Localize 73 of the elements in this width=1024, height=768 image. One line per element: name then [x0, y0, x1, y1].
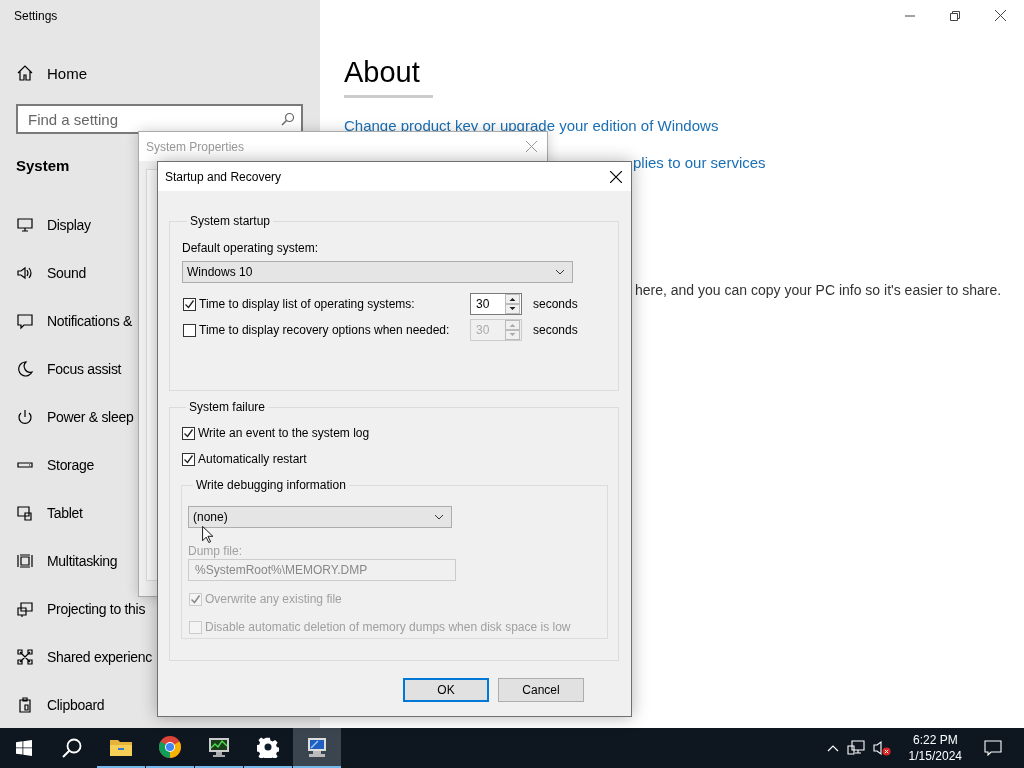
nav-item[interactable]: Clipboard [47, 697, 105, 713]
checkbox-label: Disable automatic deletion of memory dumps when disk space is low [205, 620, 571, 634]
close-icon[interactable] [995, 10, 1006, 21]
chevron-icon [555, 269, 565, 275]
network-icon[interactable] [846, 740, 865, 756]
power-icon [16, 408, 34, 426]
volume-muted-icon[interactable] [872, 740, 891, 756]
dialog-title: System Properties [146, 139, 245, 154]
dialog-title: Startup and Recovery [165, 169, 282, 184]
nav-item[interactable]: Multitasking [47, 553, 118, 569]
multitasking-icon [16, 552, 34, 570]
cancel-button[interactable]: Cancel [498, 678, 584, 702]
section-heading: System [16, 156, 70, 176]
start-icon[interactable] [16, 740, 32, 756]
home-link[interactable]: Home [47, 64, 87, 82]
checkbox[interactable] [182, 452, 195, 466]
checkbox[interactable] [183, 297, 196, 311]
clock-date[interactable]: 1/15/2024 [908, 748, 962, 764]
nav-item[interactable]: Focus assist [47, 361, 122, 377]
clock-time[interactable]: 6:22 PM [912, 732, 958, 748]
browser-icon [157, 735, 182, 759]
nav-item[interactable]: Storage [47, 457, 94, 473]
tablet-icon [16, 504, 34, 522]
group-label: Write debugging information [195, 478, 347, 492]
page-title: About [344, 57, 420, 87]
nav-item[interactable]: Power & sleep [47, 409, 134, 425]
monitor-chart-icon [206, 736, 231, 758]
nav-item[interactable]: Notifications & [47, 313, 132, 329]
nav-item[interactable]: Shared experienc [47, 649, 152, 665]
search-icon[interactable] [62, 738, 82, 758]
group-label: System startup [189, 214, 272, 228]
moon-icon [16, 360, 34, 378]
field-label: Default operating system: [182, 241, 320, 255]
spinner-field[interactable]: 30 [470, 293, 522, 315]
checkbox-label: Overwrite any existing file [205, 592, 342, 606]
link[interactable]: plies to our services [633, 154, 766, 171]
home-icon [16, 64, 34, 82]
mouse-cursor-icon [202, 526, 213, 543]
connected-nodes-icon [16, 648, 34, 666]
nav-item[interactable]: Sound [47, 265, 86, 281]
chevron-up-icon[interactable] [826, 744, 839, 752]
checkbox[interactable] [182, 426, 195, 440]
clipboard-icon [16, 696, 34, 714]
projector-screen-icon [16, 600, 34, 618]
gear-icon [256, 736, 279, 758]
nav-item[interactable]: Display [47, 217, 91, 233]
group-label: System failure [188, 400, 267, 414]
folder-icon [108, 737, 133, 757]
taskbar-app[interactable] [292, 728, 341, 768]
window-title: Settings [14, 8, 59, 25]
spinner-arrows-icon[interactable] [505, 294, 520, 314]
search-icon [281, 112, 295, 126]
body-text: here, and you can copy your PC info so it's easier to share. [635, 282, 1002, 298]
search-field[interactable]: Find a setting [16, 104, 303, 134]
checkbox-label: Automatically restart [198, 452, 307, 466]
checkbox-label: Time to display list of operating systems: [199, 297, 416, 311]
ok-button[interactable]: OK [403, 678, 489, 702]
dropdown[interactable]: Windows 10 [182, 261, 573, 283]
checkbox-label: Time to display recovery options when needed: [199, 323, 451, 337]
notifications-icon[interactable] [984, 740, 1002, 756]
chevron-icon [434, 514, 444, 520]
nav-item[interactable]: Projecting to this [47, 601, 146, 617]
field-label: Dump file: [188, 544, 244, 558]
unit-label: seconds [533, 297, 578, 311]
checkbox-label: Write an event to the system log [198, 426, 370, 440]
restore-icon[interactable] [950, 10, 960, 21]
close-icon[interactable] [610, 170, 622, 183]
nav-item[interactable]: Tablet [47, 505, 83, 521]
dropdown[interactable]: (none) [188, 506, 452, 528]
monitor-icon [16, 216, 34, 234]
speaker-icon [16, 264, 34, 282]
unit-label: seconds [533, 323, 578, 337]
speech-bubble-icon [16, 312, 34, 330]
